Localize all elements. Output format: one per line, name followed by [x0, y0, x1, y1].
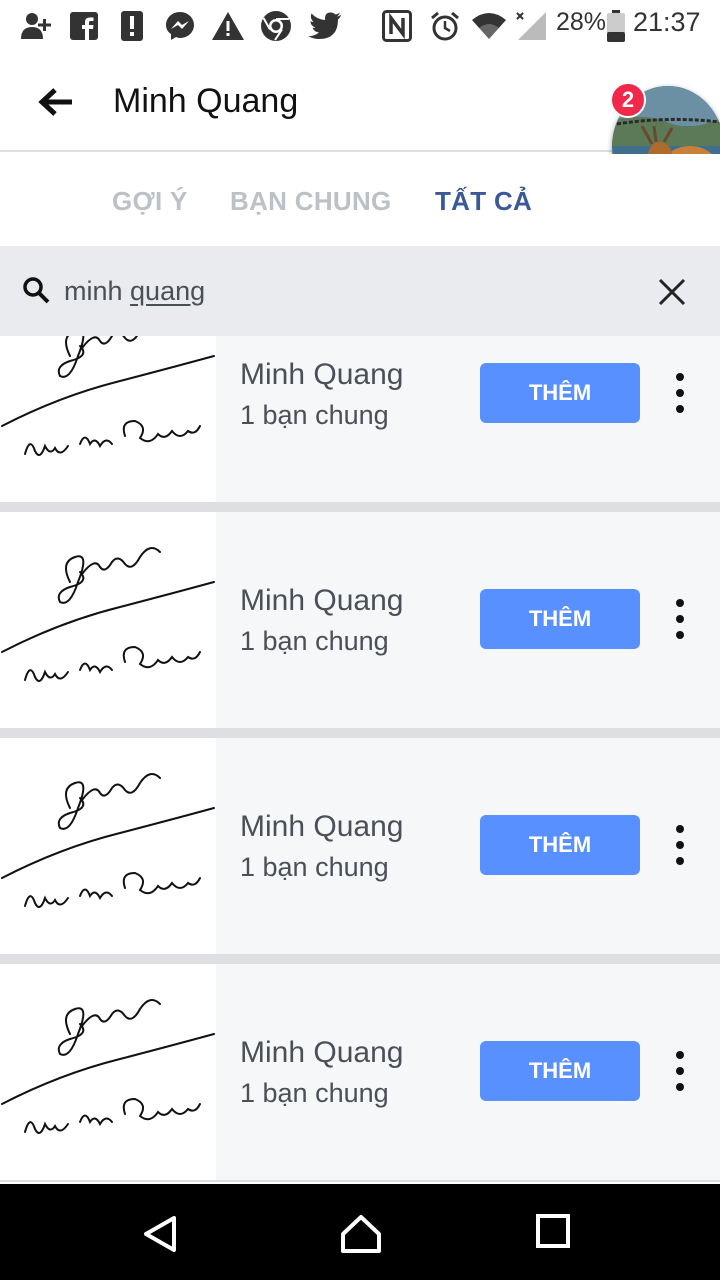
nav-recents-button[interactable]	[536, 1214, 576, 1254]
profile-picture[interactable]	[0, 964, 216, 1180]
more-options-button[interactable]	[664, 369, 696, 417]
chrome-icon	[258, 10, 294, 42]
system-nav-bar	[0, 1184, 720, 1280]
profile-picture[interactable]	[0, 512, 216, 728]
result-name[interactable]: Minh Quang	[240, 810, 403, 844]
twitter-icon	[306, 10, 344, 42]
battery-percent: 28%	[556, 8, 607, 36]
nav-back-button[interactable]	[140, 1214, 180, 1254]
battery-icon	[604, 10, 628, 42]
result-name[interactable]: Minh Quang	[240, 1036, 403, 1070]
nfc-icon	[380, 10, 414, 42]
back-triangle-icon	[144, 1216, 176, 1252]
tab-bar: GỢI Ý BẠN CHUNG TẤT CẢ	[0, 154, 720, 246]
clock: 21:37	[633, 7, 701, 37]
tab-all[interactable]: TẤT CẢ	[435, 186, 532, 217]
unread-badge: 2	[610, 82, 646, 118]
back-button[interactable]	[28, 80, 84, 124]
page-title: Minh Quang	[113, 82, 299, 120]
result-mutual-friends: 1 bạn chung	[240, 852, 389, 882]
search-bar[interactable]: minh quang	[0, 246, 720, 336]
alert-icon	[118, 10, 146, 42]
arrow-left-icon	[38, 88, 72, 116]
more-options-button[interactable]	[664, 1047, 696, 1095]
signal-icon	[514, 10, 548, 42]
list-item[interactable]: Minh Quang 1 bạn chung THÊM	[0, 336, 720, 502]
clear-search-button[interactable]	[656, 276, 688, 308]
facebook-icon	[68, 10, 100, 42]
tab-suggestions[interactable]: GỢI Ý	[112, 186, 188, 217]
results-list: Minh Quang 1 bạn chung THÊM Minh Quang 1…	[0, 336, 720, 1182]
more-options-button[interactable]	[664, 595, 696, 643]
search-icon	[23, 277, 50, 304]
recents-icon	[536, 1214, 570, 1248]
search-input[interactable]: minh quang	[64, 276, 205, 307]
warning-icon	[210, 10, 246, 42]
close-icon	[658, 278, 686, 306]
result-mutual-friends: 1 bạn chung	[240, 1078, 389, 1108]
list-item[interactable]: Minh Quang 1 bạn chung THÊM	[0, 512, 720, 728]
search-query-part1: minh	[64, 276, 131, 306]
profile-picture[interactable]	[0, 336, 216, 502]
result-name[interactable]: Minh Quang	[240, 358, 403, 392]
tab-mutual-friends[interactable]: BẠN CHUNG	[230, 186, 392, 217]
more-options-button[interactable]	[664, 821, 696, 869]
home-icon	[341, 1215, 381, 1253]
alarm-icon	[428, 10, 462, 42]
status-bar: 28% 21:37	[0, 0, 720, 52]
result-name[interactable]: Minh Quang	[240, 584, 403, 618]
add-friend-button[interactable]: THÊM	[480, 363, 640, 423]
messenger-icon	[162, 10, 198, 42]
add-friend-button[interactable]: THÊM	[480, 815, 640, 875]
add-friend-button[interactable]: THÊM	[480, 589, 640, 649]
add-friend-button[interactable]: THÊM	[480, 1041, 640, 1101]
search-query-part2: quang	[130, 276, 206, 306]
profile-picture[interactable]	[0, 738, 216, 954]
add-friend-icon	[18, 10, 54, 42]
list-item[interactable]: Minh Quang 1 bạn chung THÊM	[0, 738, 720, 954]
nav-home-button[interactable]	[340, 1214, 381, 1254]
result-mutual-friends: 1 bạn chung	[240, 626, 389, 656]
result-mutual-friends: 1 bạn chung	[240, 400, 389, 430]
wifi-icon	[470, 10, 508, 42]
list-item[interactable]: Minh Quang 1 bạn chung THÊM	[0, 964, 720, 1180]
